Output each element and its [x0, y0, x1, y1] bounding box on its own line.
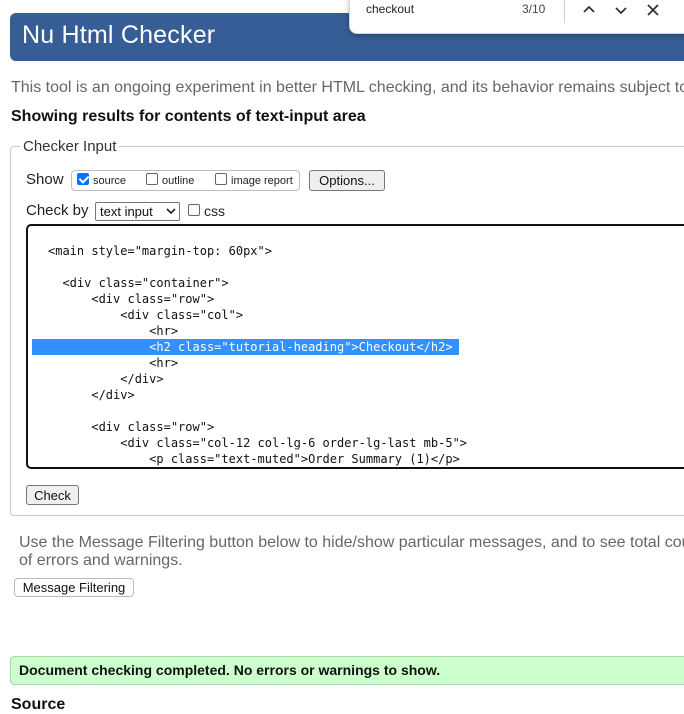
find-divider [564, 0, 565, 23]
results-heading: Showing results for contents of text-inp… [11, 108, 366, 125]
code-line: </div> [48, 388, 135, 402]
check-by-label: Check by [26, 202, 89, 219]
code-line: <div class="row"> [48, 420, 215, 434]
intro-text: This tool is an ongoing experiment in be… [11, 79, 684, 96]
outline-label: outline [162, 175, 195, 187]
filter-instructions: Use the Message Filtering button below t… [19, 534, 684, 569]
code-line: <div class="col-12 col-lg-6 order-lg-las… [48, 436, 468, 450]
css-label: css [204, 203, 225, 219]
check-by-select[interactable]: text input [95, 202, 180, 221]
source-heading: Source [11, 696, 66, 713]
success-message: Document checking completed. No errors o… [10, 656, 684, 685]
code-line: <div class="col"> [48, 308, 244, 322]
close-icon[interactable] [642, 0, 664, 23]
source-textarea[interactable]: <main style="margin-top: 60px"> <div cla… [26, 224, 684, 469]
code-line: <hr> [48, 356, 179, 370]
code-line: <p class="text-muted">Order Summary (1)<… [48, 452, 460, 466]
check-button[interactable]: Check [26, 485, 79, 505]
app-title: Nu Html Checker [22, 21, 216, 49]
check-by-value: text input [100, 204, 153, 219]
success-text: Document checking completed. No errors o… [19, 662, 441, 678]
options-button[interactable]: Options... [309, 170, 385, 191]
source-label: source [93, 175, 127, 187]
checker-input-legend: Checker Input [23, 138, 117, 155]
find-match-count: 3/10 [522, 2, 546, 16]
source-checkbox[interactable] [77, 173, 89, 185]
outline-checkbox[interactable] [146, 173, 158, 185]
css-checkbox[interactable] [188, 204, 200, 216]
code-line: <hr> [48, 324, 179, 338]
find-input[interactable]: checkout [366, 2, 414, 16]
find-bar: checkout 3/10 [349, 0, 684, 34]
chevron-down-icon[interactable] [610, 0, 632, 23]
code-line-selected: <h2 class="tutorial-heading">Checkout</h… [28, 339, 467, 355]
image-report-checkbox[interactable] [215, 173, 227, 185]
show-label: Show [26, 171, 64, 188]
selection-highlight: <h2 class="tutorial-heading">Checkout</h… [32, 339, 459, 355]
code-line: <div class="container"> [48, 276, 229, 290]
code-line: <main style="margin-top: 60px"> [48, 244, 272, 258]
image-report-label: image report [231, 175, 293, 187]
message-filtering-button[interactable]: Message Filtering [14, 578, 134, 597]
chevron-up-icon[interactable] [578, 0, 600, 23]
code-line: </div> [48, 372, 164, 386]
source-code: <main style="margin-top: 60px"> <div cla… [28, 243, 467, 467]
chevron-down-icon [166, 203, 176, 223]
code-line: <div class="row"> [48, 292, 215, 306]
